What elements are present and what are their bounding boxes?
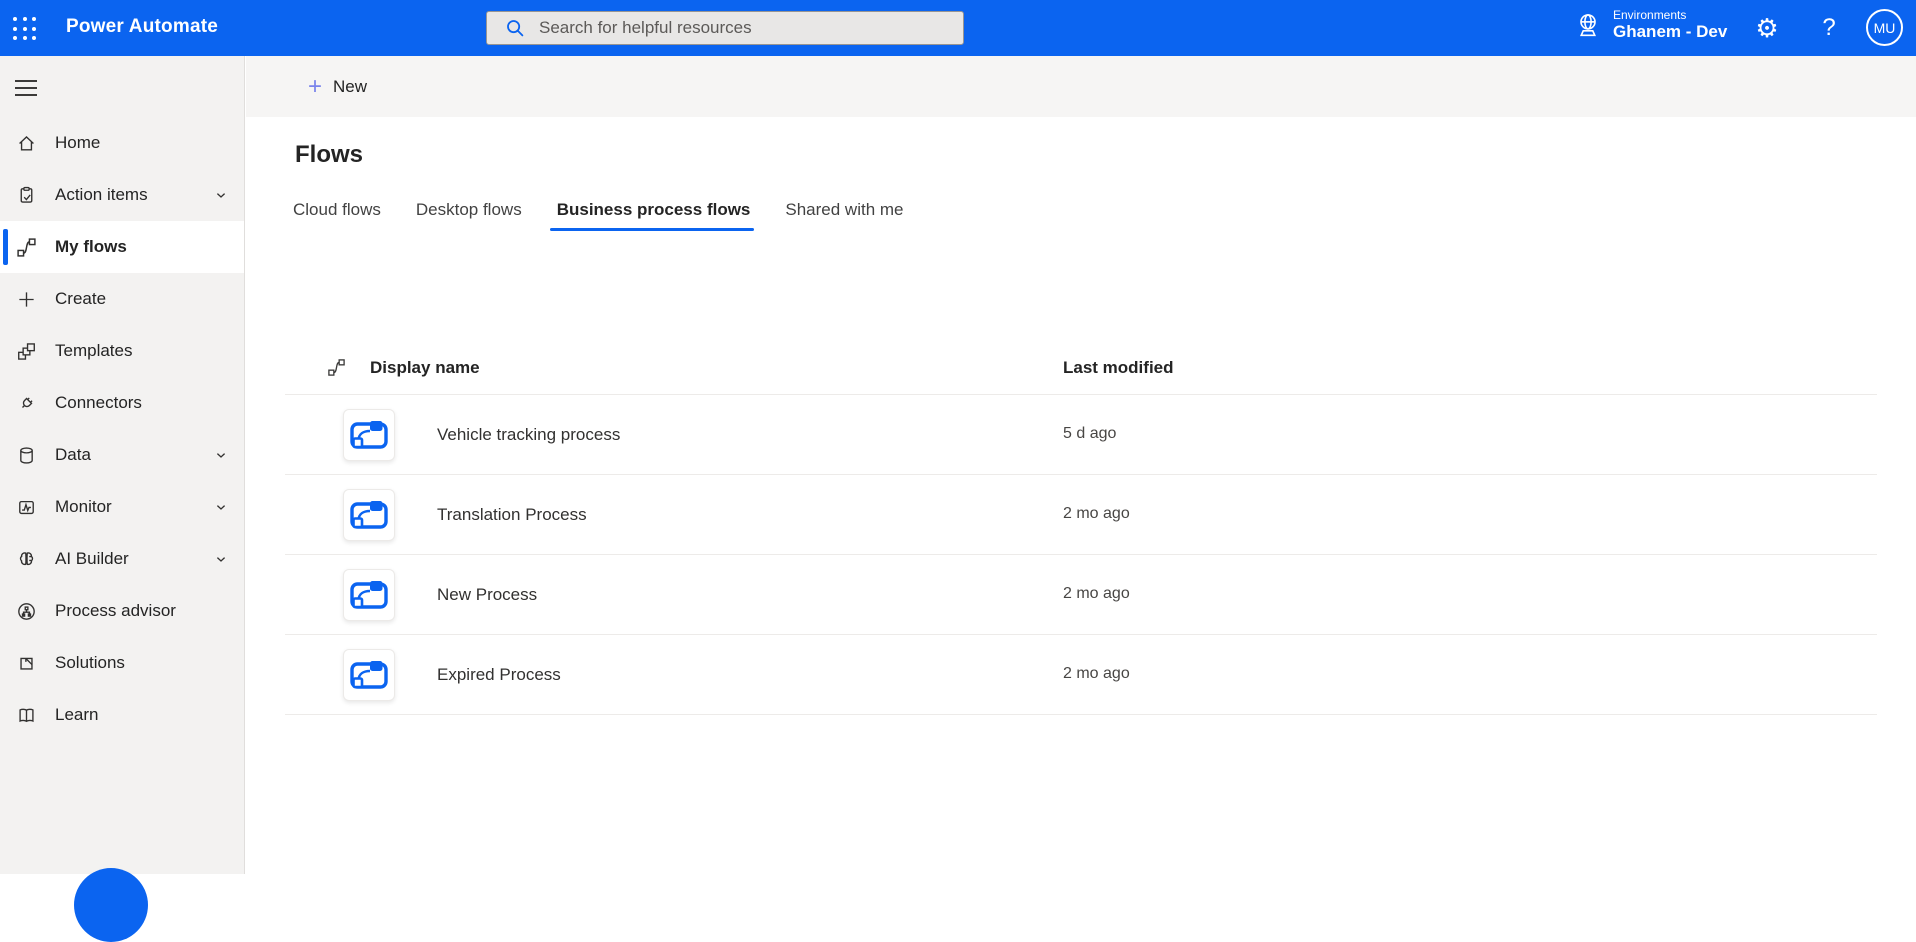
chevron-down-icon bbox=[211, 497, 231, 517]
environment-name: Ghanem - Dev bbox=[1613, 22, 1728, 41]
search-icon bbox=[507, 20, 524, 37]
home-icon bbox=[15, 132, 37, 154]
app-launcher-icon[interactable] bbox=[13, 17, 37, 41]
sidebar-item-data[interactable]: Data bbox=[0, 429, 244, 481]
sidebar-item-solutions[interactable]: Solutions bbox=[0, 637, 244, 689]
flow-icon bbox=[343, 489, 395, 541]
collapse-nav-icon[interactable] bbox=[15, 80, 37, 96]
page-title: Flows bbox=[295, 141, 364, 168]
create-plus-icon bbox=[15, 288, 37, 310]
my-flows-icon bbox=[15, 236, 37, 258]
environment-globe-icon bbox=[1579, 13, 1597, 36]
tab-cloud-flows[interactable]: Cloud flows bbox=[292, 200, 382, 231]
process-advisor-icon bbox=[15, 600, 37, 622]
sidebar-item-ai-builder[interactable]: AI Builder bbox=[0, 533, 244, 585]
templates-icon bbox=[15, 340, 37, 362]
learn-icon bbox=[15, 704, 37, 726]
sidebar-item-monitor[interactable]: Monitor bbox=[0, 481, 244, 533]
action-items-icon bbox=[15, 184, 37, 206]
search-box[interactable] bbox=[486, 11, 964, 45]
ai-builder-icon bbox=[15, 548, 37, 570]
command-bar: + New bbox=[246, 56, 1916, 117]
table-row[interactable]: New Process 2 mo ago bbox=[285, 555, 1877, 635]
flows-tab-list: Cloud flows Desktop flows Business proce… bbox=[292, 200, 1916, 231]
user-avatar[interactable]: MU bbox=[1866, 9, 1903, 46]
top-header: Power Automate Environments Ghanem - Dev… bbox=[0, 0, 1916, 56]
app-title: Power Automate bbox=[66, 16, 219, 37]
flow-icon bbox=[343, 409, 395, 461]
sidebar-item-connectors[interactable]: Connectors bbox=[0, 377, 244, 429]
solutions-icon bbox=[15, 652, 37, 674]
help-icon[interactable]: ? bbox=[1806, 0, 1852, 56]
environments-label: Environments bbox=[1613, 8, 1687, 22]
flow-icon bbox=[343, 649, 395, 701]
sidebar-item-create[interactable]: Create bbox=[0, 273, 244, 325]
settings-gear-icon[interactable]: ⚙ bbox=[1744, 0, 1790, 56]
flows-table: Display name Last modified Vehicle track… bbox=[285, 343, 1877, 715]
sidebar-item-home[interactable]: Home bbox=[0, 117, 244, 169]
flow-icon bbox=[343, 569, 395, 621]
column-header-last-modified[interactable]: Last modified bbox=[1063, 358, 1174, 378]
tab-shared-with-me[interactable]: Shared with me bbox=[784, 200, 904, 231]
plus-icon: + bbox=[308, 72, 323, 100]
table-row[interactable]: Translation Process 2 mo ago bbox=[285, 475, 1877, 555]
chevron-down-icon bbox=[211, 185, 231, 205]
flows-page: Flows Cloud flows Desktop flows Business… bbox=[246, 117, 1916, 715]
flow-type-column-icon bbox=[327, 358, 346, 382]
sidebar-item-action-items[interactable]: Action items bbox=[0, 169, 244, 221]
left-nav: Home Action items My flows Create Templa… bbox=[0, 56, 245, 874]
search-input[interactable] bbox=[539, 18, 939, 38]
help-bubble-button[interactable] bbox=[74, 868, 148, 942]
chevron-down-icon bbox=[211, 445, 231, 465]
sidebar-item-templates[interactable]: Templates bbox=[0, 325, 244, 377]
sidebar-item-learn[interactable]: Learn bbox=[0, 689, 244, 741]
column-header-display-name[interactable]: Display name bbox=[370, 358, 480, 378]
chevron-down-icon bbox=[211, 549, 231, 569]
table-row[interactable]: Vehicle tracking process 5 d ago bbox=[285, 395, 1877, 475]
monitor-icon bbox=[15, 496, 37, 518]
connectors-icon bbox=[15, 392, 37, 414]
data-icon bbox=[15, 444, 37, 466]
table-row[interactable]: Expired Process 2 mo ago bbox=[285, 635, 1877, 715]
environment-picker[interactable]: Environments Ghanem - Dev bbox=[1573, 8, 1727, 41]
tab-business-process-flows[interactable]: Business process flows bbox=[549, 200, 755, 231]
sidebar-item-my-flows[interactable]: My flows bbox=[0, 221, 244, 273]
main-area: + New Flows Cloud flows Desktop flows Bu… bbox=[246, 56, 1916, 874]
table-header-row: Display name Last modified bbox=[285, 343, 1877, 395]
sidebar-item-process-advisor[interactable]: Process advisor bbox=[0, 585, 244, 637]
tab-desktop-flows[interactable]: Desktop flows bbox=[415, 200, 523, 231]
new-button[interactable]: + New bbox=[300, 67, 375, 107]
